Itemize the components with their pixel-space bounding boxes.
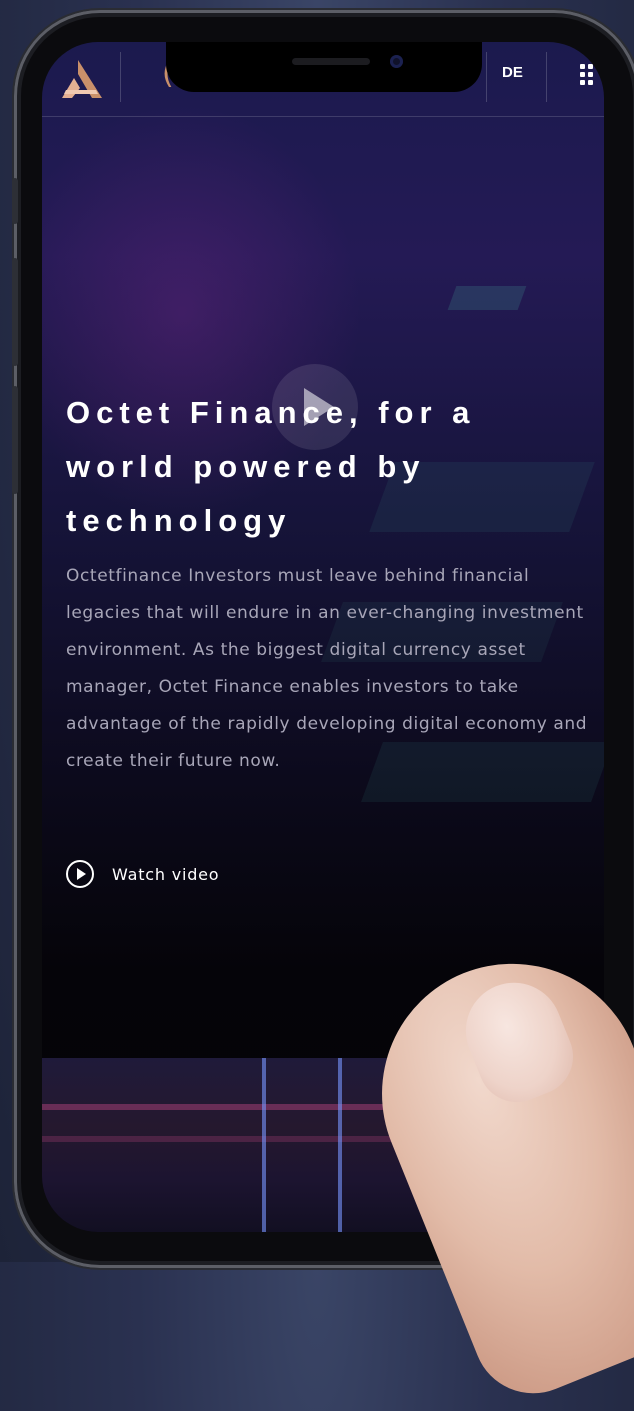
watch-video-button[interactable]: Watch video [66, 856, 219, 892]
octet-logo-icon[interactable] [56, 56, 106, 102]
hero-description: Octetfinance Investors must leave behind… [66, 566, 588, 771]
mute-switch [12, 178, 18, 224]
watch-video-label: Watch video [112, 864, 220, 884]
grid-menu-icon[interactable] [580, 64, 604, 88]
phone-notch [166, 42, 482, 92]
play-circle-icon [66, 860, 94, 888]
volume-down-button [12, 386, 18, 494]
header-divider [546, 52, 547, 102]
light-pillar [338, 1058, 342, 1232]
volume-up-button [12, 258, 18, 366]
light-pillar [262, 1058, 266, 1232]
speaker-grille [292, 58, 370, 65]
background-tile [447, 286, 527, 310]
header-divider [120, 52, 121, 102]
language-switch[interactable]: DE [502, 64, 523, 81]
header-divider [486, 52, 487, 102]
hero-title: Octet Finance, for a world powered by te… [66, 395, 476, 538]
front-camera [390, 55, 403, 68]
